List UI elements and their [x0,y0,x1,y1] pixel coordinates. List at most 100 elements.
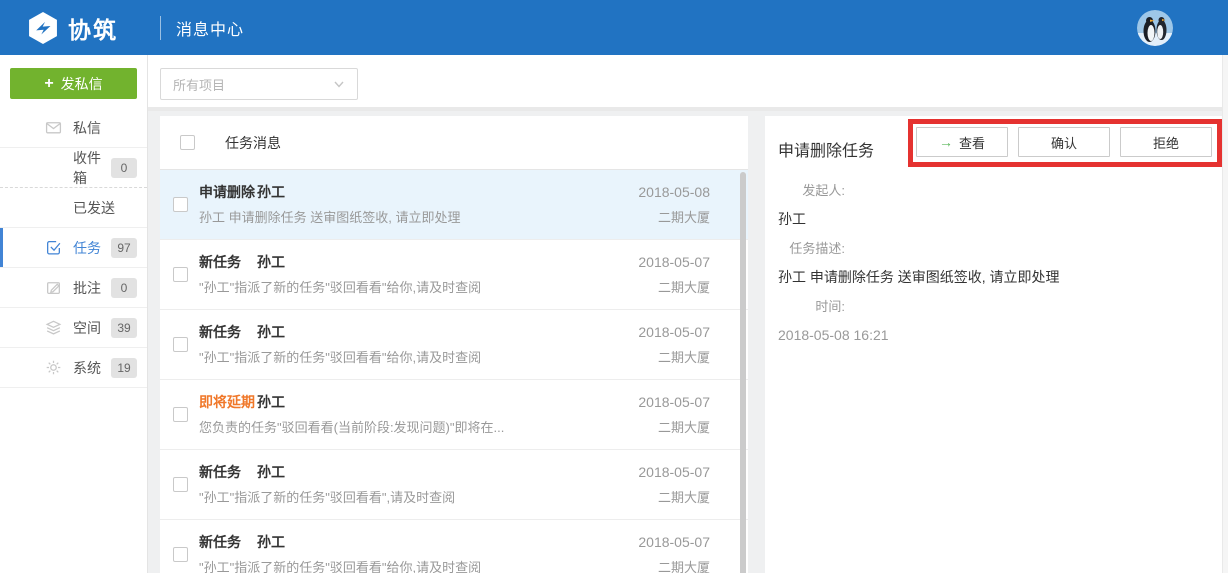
filter-toolbar: 所有项目 [148,55,1228,111]
view-button[interactable]: → 查看 [916,127,1008,157]
message-row-content: 申请删除孙工2018-05-08孙工 申请删除任务 送审图纸签收, 请立即处理二… [188,170,710,227]
sidebar-item-tasks[interactable]: 任务 97 [0,228,147,268]
sidebar-item-label: 私信 [73,118,101,138]
sidebar-item-label: 空间 [73,318,101,338]
detail-title: 申请删除任务 [778,137,874,161]
row-checkbox[interactable] [173,547,188,562]
message-date: 2018-05-07 [638,533,710,552]
page-scrollbar[interactable] [1222,55,1228,573]
sidebar-item-label: 系统 [73,358,101,378]
sidebar-item-label: 批注 [73,278,101,298]
message-row-line2: "孙工"指派了新的任务"驳回看看"给你,请及时查阅 二期大厦 [199,559,710,573]
mail-icon [45,119,62,136]
detail-field-label: 发起人: [765,176,845,205]
blank-icon [45,159,62,176]
app-header: 协筑 消息中心 [0,0,1228,55]
message-detail-panel: 申请删除任务 → 查看 确认 拒绝 发起人:孙工任务描述:孙工 申请删除任务 送审图纸… [765,116,1222,573]
sidebar-item-space[interactable]: 空间 39 [0,308,147,348]
edit-icon [45,279,62,296]
message-row-line1: 新任务孙工2018-05-07 [199,253,710,272]
row-checkbox[interactable] [173,337,188,352]
detail-field-value: 孙工 [765,205,1208,234]
row-checkbox[interactable] [173,407,188,422]
message-row-line1: 即将延期孙工2018-05-07 [199,393,710,412]
row-checkbox[interactable] [173,477,188,492]
message-sender: 孙工 [257,253,285,272]
message-row[interactable]: 即将延期孙工2018-05-07您负责的任务"驳回看看(当前阶段:发现问题)"即… [160,380,748,450]
message-row-line1: 新任务孙工2018-05-07 [199,323,710,342]
main-region: 任务消息 申请删除孙工2018-05-08孙工 申请删除任务 送审图纸签收, 请… [148,111,1228,573]
count-badge: 0 [111,158,137,178]
message-row[interactable]: 新任务孙工2018-05-07"孙工"指派了新的任务"驳回看看",请及时查阅二期… [160,450,748,520]
message-row[interactable]: 新任务孙工2018-05-07 "孙工"指派了新的任务"驳回看看"给你,请及时查阅… [160,310,748,380]
message-row-line2: 您负责的任务"驳回看看(当前阶段:发现问题)"即将在... 二期大厦 [199,419,710,437]
action-button-label: 查看 [959,133,985,152]
confirm-button[interactable]: 确认 [1018,127,1110,157]
action-button-label: 拒绝 [1153,133,1179,152]
message-row-line2: "孙工"指派了新的任务"驳回看看"给你,请及时查阅二期大厦 [199,279,710,297]
message-sender: 孙工 [257,393,285,412]
project-filter-select[interactable]: 所有项目 [160,68,358,100]
user-avatar[interactable] [1137,10,1173,46]
message-tag: 新任务 [199,253,257,272]
sidebar-item-inbox[interactable]: 收件箱0 [0,148,147,188]
count-badge: 39 [111,318,137,338]
action-button-label: 确认 [1051,133,1077,152]
row-checkbox[interactable] [173,267,188,282]
message-row-content: 新任务孙工2018-05-07 "孙工"指派了新的任务"驳回看看"给你,请及时查阅… [188,240,710,297]
message-row-content: 新任务孙工2018-05-07"孙工"指派了新的任务"驳回看看"给你,请及时查阅… [188,520,710,573]
message-summary: "孙工"指派了新的任务"驳回看看",请及时查阅 [199,489,455,507]
message-row[interactable]: 新任务孙工2018-05-07"孙工"指派了新的任务"驳回看看"给你,请及时查阅… [160,520,748,573]
sidebar: + 发私信 私信收件箱0已发送任务97批注0空间39系统19 [0,55,148,573]
message-list-panel: 任务消息 申请删除孙工2018-05-08孙工 申请删除任务 送审图纸签收, 请… [160,116,748,573]
detail-field-value: 2018-05-08 16:21 [765,321,1208,350]
sidebar-item-label: 任务 [73,238,101,258]
message-list-title: 任务消息 [225,133,281,153]
page-title: 消息中心 [176,16,244,40]
message-row[interactable]: 新任务孙工2018-05-07 "孙工"指派了新的任务"驳回看看"给你,请及时查阅… [160,240,748,310]
message-project: 二期大厦 [658,209,710,227]
reject-button[interactable]: 拒绝 [1120,127,1212,157]
brand-name: 协筑 [68,11,118,45]
message-date: 2018-05-07 [638,393,710,412]
chevron-down-icon [333,78,345,90]
count-badge: 19 [111,358,137,378]
message-row-line1: 新任务孙工2018-05-07 [199,463,710,482]
message-summary: "孙工"指派了新的任务"驳回看看"给你,请及时查阅 [199,559,481,573]
sidebar-menu: 私信收件箱0已发送任务97批注0空间39系统19 [0,108,147,388]
sidebar-item-label: 收件箱 [73,148,111,188]
message-summary: "孙工"指派了新的任务"驳回看看"给你,请及时查阅 [199,349,481,367]
message-sender: 孙工 [257,323,285,342]
select-all-checkbox[interactable] [180,135,195,150]
message-project: 二期大厦 [658,559,710,573]
message-row-line2: "孙工"指派了新的任务"驳回看看"给你,请及时查阅二期大厦 [199,349,710,367]
count-badge: 97 [111,238,137,258]
list-scrollbar-thumb[interactable] [740,172,746,573]
detail-fields: 发起人:孙工任务描述:孙工 申请删除任务 送审图纸签收, 请立即处理时间:201… [765,176,1208,350]
sidebar-item-sent[interactable]: 已发送 [0,188,147,228]
row-checkbox[interactable] [173,197,188,212]
arrow-right-icon: → [939,135,953,149]
compose-private-message-button[interactable]: + 发私信 [10,68,137,99]
message-summary: 孙工 申请删除任务 送审图纸签收, 请立即处理 [199,209,460,227]
message-summary: 您负责的任务"驳回看看(当前阶段:发现问题)"即将在... [199,419,504,437]
blank-icon [45,199,62,216]
message-tag: 申请删除 [199,183,257,202]
detail-field-label: 时间: [765,292,845,321]
task-icon [45,239,62,256]
detail-field-label: 任务描述: [765,234,845,263]
sidebar-item-private-message[interactable]: 私信 [0,108,147,148]
message-row-content: 新任务孙工2018-05-07 "孙工"指派了新的任务"驳回看看"给你,请及时查阅… [188,310,710,367]
message-date: 2018-05-07 [638,463,710,482]
sidebar-item-system[interactable]: 系统 19 [0,348,147,388]
message-row[interactable]: 申请删除孙工2018-05-08孙工 申请删除任务 送审图纸签收, 请立即处理二… [160,170,748,240]
detail-field-value: 孙工 申请删除任务 送审图纸签收, 请立即处理 [765,263,1208,292]
project-filter-value: 所有项目 [173,75,225,94]
message-project: 二期大厦 [658,419,710,437]
header-divider [160,16,161,40]
content-area: 所有项目 任务消息 申请删除孙工2018-05-08孙工 申请删除任务 送审图纸… [148,55,1228,573]
message-row-line2: 孙工 申请删除任务 送审图纸签收, 请立即处理 二期大厦 [199,209,710,227]
message-project: 二期大厦 [658,279,710,297]
sidebar-item-annotations[interactable]: 批注0 [0,268,147,308]
message-row-content: 新任务孙工2018-05-07"孙工"指派了新的任务"驳回看看",请及时查阅二期… [188,450,710,507]
